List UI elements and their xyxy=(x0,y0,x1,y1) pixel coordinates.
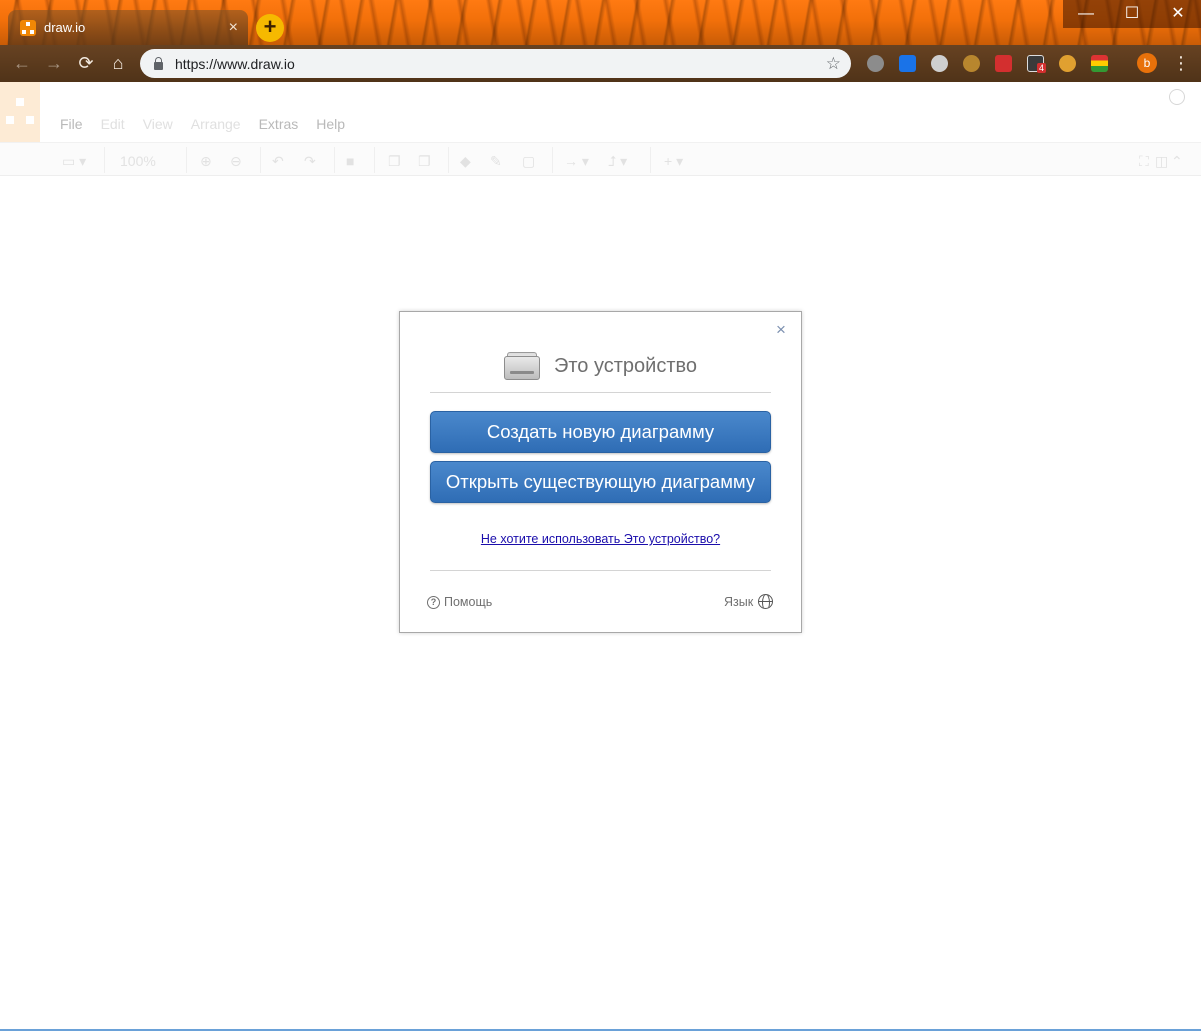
new-tab-button[interactable]: + xyxy=(256,14,284,42)
language-link[interactable]: Язык xyxy=(724,594,774,609)
drawio-logo xyxy=(0,82,40,142)
fullscreen-icon[interactable]: ⛶ xyxy=(1139,153,1149,170)
divider xyxy=(430,570,771,571)
menu-edit[interactable]: Edit xyxy=(101,116,125,132)
to-back-icon[interactable]: ❐ xyxy=(418,153,431,170)
dialog-close-icon[interactable]: × xyxy=(776,321,786,338)
menu-arrange[interactable]: Arrange xyxy=(191,116,241,132)
lock-icon xyxy=(154,56,163,70)
language-globe-icon[interactable] xyxy=(1169,89,1185,105)
line-color-icon[interactable]: ✎ xyxy=(490,153,502,170)
connection-icon[interactable]: → ▾ xyxy=(564,153,589,170)
format-panel-icon[interactable]: ▭ ▾ xyxy=(62,153,86,170)
menu-help[interactable]: Help xyxy=(316,116,345,132)
extension-globe-icon[interactable] xyxy=(867,55,884,72)
hard-drive-icon xyxy=(503,352,540,380)
extension-cat-icon[interactable] xyxy=(1059,55,1076,72)
drawio-favicon-icon xyxy=(20,19,36,36)
url-text[interactable]: https://www.draw.io xyxy=(175,56,826,72)
browser-toolbar: ← → ⟳ ⌂ https://www.draw.io ☆ 4 b ⋮ xyxy=(0,45,1201,82)
bookmark-star-icon[interactable]: ☆ xyxy=(826,54,841,74)
storage-dialog: × Это устройство Создать новую диаграмму… xyxy=(399,311,802,633)
extension-badge-count: 4 xyxy=(1037,63,1047,73)
menu-extras[interactable]: Extras xyxy=(259,116,299,132)
extension-red-icon[interactable] xyxy=(995,55,1012,72)
waypoints-icon[interactable]: ⮥ ▾ xyxy=(608,153,627,170)
globe-icon xyxy=(758,594,774,609)
dialog-header: Это устройство xyxy=(400,346,801,386)
undo-icon[interactable]: ↶ xyxy=(272,153,284,170)
extension-tiger-icon[interactable] xyxy=(963,55,980,72)
app-menubar: File Edit View Arrange Extras Help xyxy=(60,116,363,132)
extension-circle-icon[interactable] xyxy=(931,55,948,72)
back-icon[interactable]: ← xyxy=(10,51,34,75)
profile-avatar[interactable]: b xyxy=(1137,53,1157,73)
redo-icon[interactable]: ↷ xyxy=(304,153,316,170)
sidebar-toggle-icon[interactable]: ◫ xyxy=(1155,153,1168,170)
to-front-icon[interactable]: ❐ xyxy=(388,153,401,170)
menu-view[interactable]: View xyxy=(143,116,173,132)
address-bar[interactable]: https://www.draw.io ☆ xyxy=(140,49,851,78)
forward-icon[interactable]: → xyxy=(42,51,66,75)
extension-badge-icon[interactable]: 4 xyxy=(1027,55,1047,73)
collapse-icon[interactable]: ⌃ xyxy=(1171,153,1183,170)
close-window-button[interactable]: ✕ xyxy=(1155,0,1201,28)
extension-flag-icon[interactable] xyxy=(1091,55,1108,72)
create-new-diagram-button[interactable]: Создать новую диаграмму xyxy=(430,411,771,453)
change-storage-link[interactable]: Не хотите использовать Это устройство? xyxy=(400,532,801,546)
browser-tab[interactable]: draw.io × xyxy=(8,10,248,45)
app-toolbar: ▭ ▾ 100% ⊕ ⊖ ↶ ↷ ■ ❐ ❐ ◆ ✎ ▢ → ▾ ⮥ ▾ + ▾… xyxy=(0,142,1201,176)
tab-title: draw.io xyxy=(44,20,86,35)
language-label: Язык xyxy=(724,594,754,609)
zoom-out-icon[interactable]: ⊖ xyxy=(230,153,242,170)
tab-close-icon[interactable]: × xyxy=(229,19,238,36)
menu-file[interactable]: File xyxy=(60,116,83,132)
help-link[interactable]: ? Помощь xyxy=(427,595,492,609)
browser-titlebar: draw.io × + — ☐ ✕ xyxy=(0,0,1201,45)
shadow-icon[interactable]: ▢ xyxy=(522,153,535,170)
insert-icon[interactable]: + ▾ xyxy=(664,153,683,170)
extension-plus-icon[interactable] xyxy=(899,55,916,72)
dialog-title: Это устройство xyxy=(553,354,698,377)
help-icon: ? xyxy=(427,595,440,609)
zoom-in-icon[interactable]: ⊕ xyxy=(200,153,212,170)
reload-icon[interactable]: ⟳ xyxy=(74,51,98,75)
browser-menu-icon[interactable]: ⋮ xyxy=(1172,52,1190,74)
minimize-button[interactable]: — xyxy=(1063,0,1109,28)
zoom-select[interactable]: 100% xyxy=(120,153,156,169)
home-icon[interactable]: ⌂ xyxy=(106,51,130,75)
fill-color-icon[interactable]: ◆ xyxy=(460,153,471,170)
delete-icon[interactable]: ■ xyxy=(346,153,354,169)
maximize-button[interactable]: ☐ xyxy=(1109,0,1155,28)
open-existing-diagram-button[interactable]: Открыть существующую диаграмму xyxy=(430,461,771,503)
help-label: Помощь xyxy=(444,595,493,609)
divider xyxy=(430,392,771,393)
